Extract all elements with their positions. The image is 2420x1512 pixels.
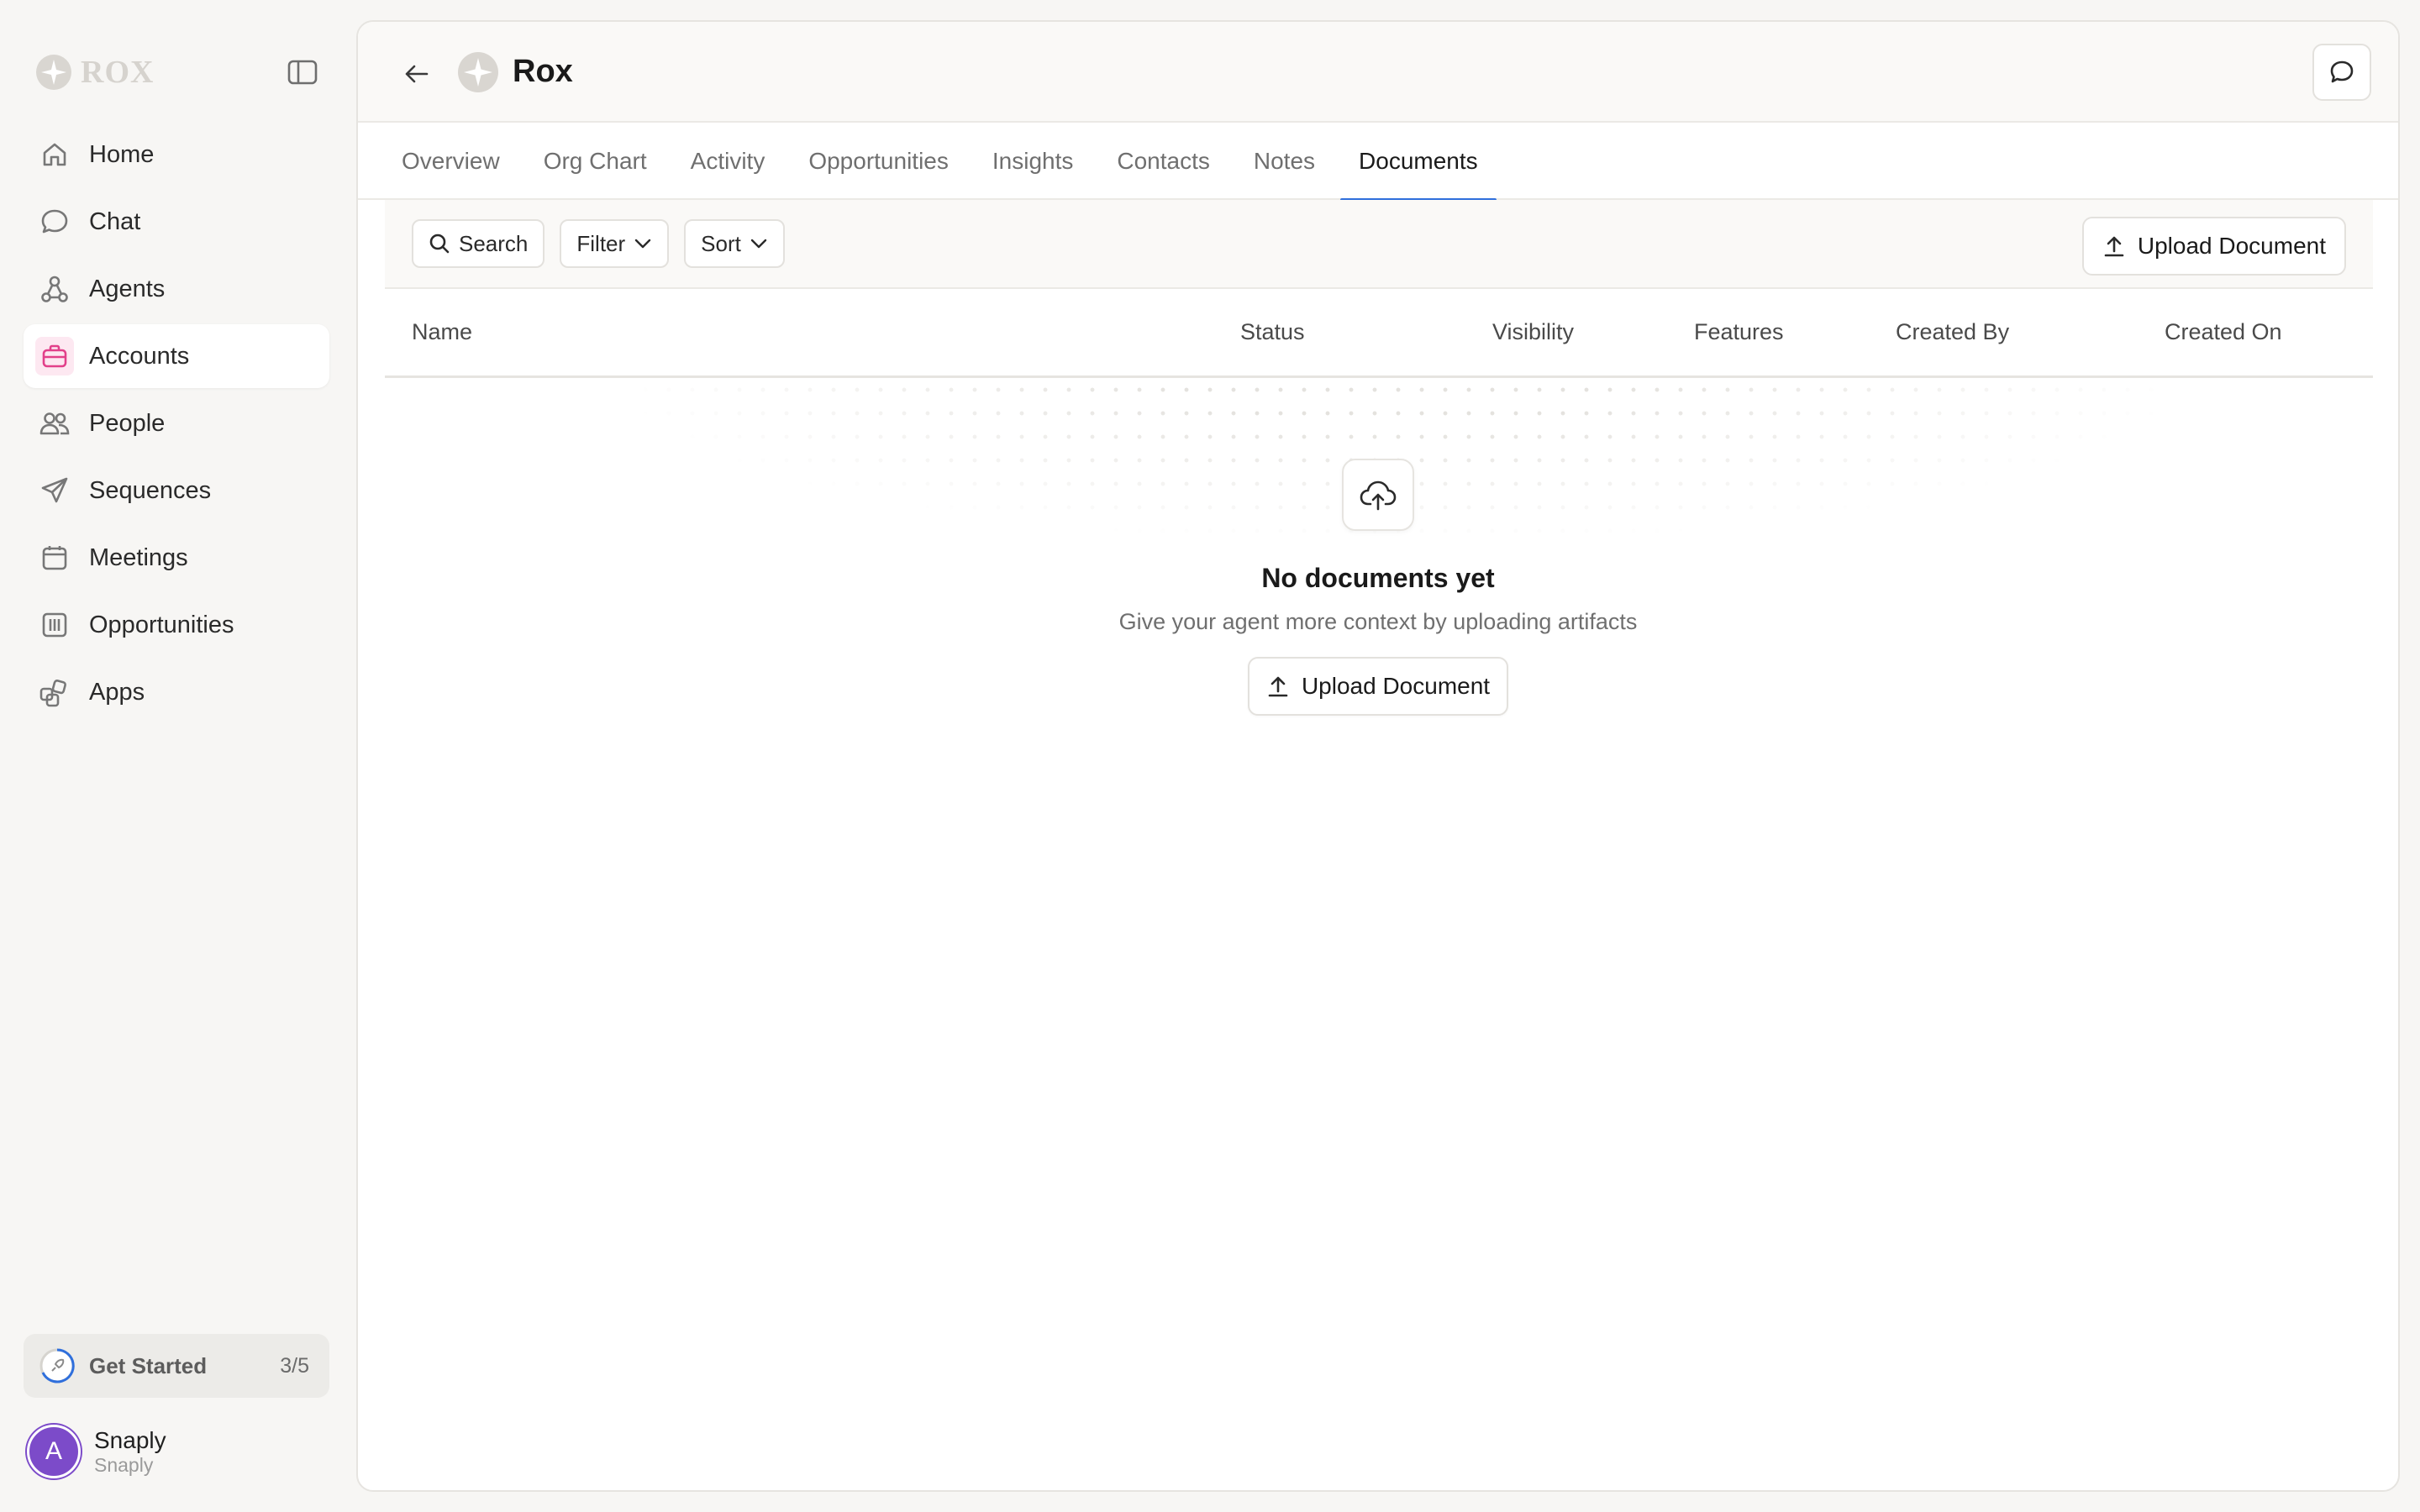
tab-insights[interactable]: Insights xyxy=(974,123,1092,200)
chevron-down-icon xyxy=(634,239,651,249)
search-icon xyxy=(429,234,450,254)
sidebar-toggle-icon xyxy=(287,60,318,85)
sort-dropdown[interactable]: Sort xyxy=(684,219,785,268)
documents-toolbar: Search Filter Sort Upload Document xyxy=(385,200,2373,289)
columns-icon xyxy=(39,609,71,641)
chevron-down-icon xyxy=(750,239,767,249)
upload-icon xyxy=(1268,676,1288,697)
user-org: Snaply xyxy=(94,1454,154,1476)
column-header-name[interactable]: Name xyxy=(412,319,472,345)
sidebar-item-label: Sequences xyxy=(89,476,212,504)
people-icon xyxy=(39,407,71,439)
tab-documents[interactable]: Documents xyxy=(1340,123,1497,202)
upload-document-button-empty[interactable]: Upload Document xyxy=(1247,657,1509,716)
search-button[interactable]: Search xyxy=(412,219,545,268)
sidebar-item-label: Accounts xyxy=(89,342,190,370)
sidebar-item-label: Meetings xyxy=(89,543,188,571)
home-icon xyxy=(39,139,71,171)
brand-wordmark: ROX xyxy=(81,55,155,90)
user-name: Snaply xyxy=(94,1427,166,1453)
documents-table-header: Name Status Visibility Features Created … xyxy=(385,289,2373,378)
sidebar: ROX Home Chat Agents Accounts People Seq… xyxy=(0,0,353,1512)
sidebar-item-label: Opportunities xyxy=(89,611,234,638)
column-header-status[interactable]: Status xyxy=(1240,319,1305,345)
filter-dropdown[interactable]: Filter xyxy=(560,219,670,268)
back-button[interactable] xyxy=(400,57,434,91)
account-logo-icon xyxy=(458,52,498,92)
sidebar-item-home[interactable]: Home xyxy=(24,123,329,186)
get-started-progress: 3/5 xyxy=(280,1353,309,1378)
cloud-upload-icon xyxy=(1342,459,1414,531)
rocket-progress-icon xyxy=(39,1348,75,1383)
sidebar-item-sequences[interactable]: Sequences xyxy=(24,459,329,522)
sidebar-item-label: Agents xyxy=(89,275,166,302)
arrow-left-icon xyxy=(405,65,429,83)
tab-contacts[interactable]: Contacts xyxy=(1098,123,1228,200)
account-header: Rox xyxy=(358,22,2398,123)
get-started-label: Get Started xyxy=(89,1352,208,1378)
sidebar-item-label: People xyxy=(89,409,166,437)
sidebar-item-accounts[interactable]: Accounts xyxy=(24,324,329,388)
account-tabs: Overview Org Chart Activity Opportunitie… xyxy=(358,123,2398,202)
column-header-created-on[interactable]: Created On xyxy=(2165,319,2282,345)
sidebar-item-chat[interactable]: Chat xyxy=(24,190,329,254)
chat-bubble-icon xyxy=(2330,60,2354,83)
sidebar-item-apps[interactable]: Apps xyxy=(24,660,329,724)
sidebar-nav: Home Chat Agents Accounts People Sequenc… xyxy=(24,123,329,727)
empty-state-subtitle: Give your agent more context by uploadin… xyxy=(1118,609,1638,634)
chat-bubble-icon xyxy=(39,206,71,238)
sidebar-item-label: Home xyxy=(89,140,155,168)
column-header-created-by[interactable]: Created By xyxy=(1896,319,2009,345)
chat-button[interactable] xyxy=(2312,44,2371,101)
tab-notes[interactable]: Notes xyxy=(1235,123,1334,200)
calendar-icon xyxy=(39,542,71,574)
brand-logo[interactable]: ROX xyxy=(35,52,154,92)
empty-state-title: No documents yet xyxy=(1261,563,1495,593)
paper-plane-icon xyxy=(39,475,71,507)
avatar: A xyxy=(27,1425,81,1478)
column-header-features[interactable]: Features xyxy=(1694,319,1784,345)
tab-opportunities[interactable]: Opportunities xyxy=(790,123,967,200)
rox-logo-icon xyxy=(36,55,71,90)
sidebar-item-meetings[interactable]: Meetings xyxy=(24,526,329,590)
search-label: Search xyxy=(459,230,529,256)
briefcase-icon xyxy=(35,337,74,375)
sidebar-item-opportunities[interactable]: Opportunities xyxy=(24,593,329,657)
page-title: Rox xyxy=(513,54,573,89)
main-panel: Rox Overview Org Chart Activity Opportun… xyxy=(356,20,2400,1492)
tab-overview[interactable]: Overview xyxy=(383,123,518,200)
agents-icon xyxy=(39,273,71,305)
upload-icon xyxy=(2104,236,2124,257)
sidebar-toggle-button[interactable] xyxy=(286,57,319,87)
empty-state: No documents yet Give your agent more co… xyxy=(358,459,2398,716)
upload-document-button[interactable]: Upload Document xyxy=(2081,217,2346,276)
sidebar-item-people[interactable]: People xyxy=(24,391,329,455)
sort-label: Sort xyxy=(701,230,741,256)
column-header-visibility[interactable]: Visibility xyxy=(1492,319,1574,345)
upload-document-label: Upload Document xyxy=(2137,233,2326,259)
upload-document-label: Upload Document xyxy=(1301,673,1491,699)
apps-icon xyxy=(39,676,71,708)
sidebar-item-agents[interactable]: Agents xyxy=(24,257,329,321)
get-started-button[interactable]: Get Started 3/5 xyxy=(24,1334,329,1398)
filter-label: Filter xyxy=(576,230,626,256)
user-profile[interactable]: A Snaply Snaply xyxy=(27,1425,166,1478)
sidebar-item-label: Chat xyxy=(89,207,141,235)
sidebar-item-label: Apps xyxy=(89,678,145,706)
tab-activity[interactable]: Activity xyxy=(672,123,784,200)
tab-org-chart[interactable]: Org Chart xyxy=(525,123,666,200)
